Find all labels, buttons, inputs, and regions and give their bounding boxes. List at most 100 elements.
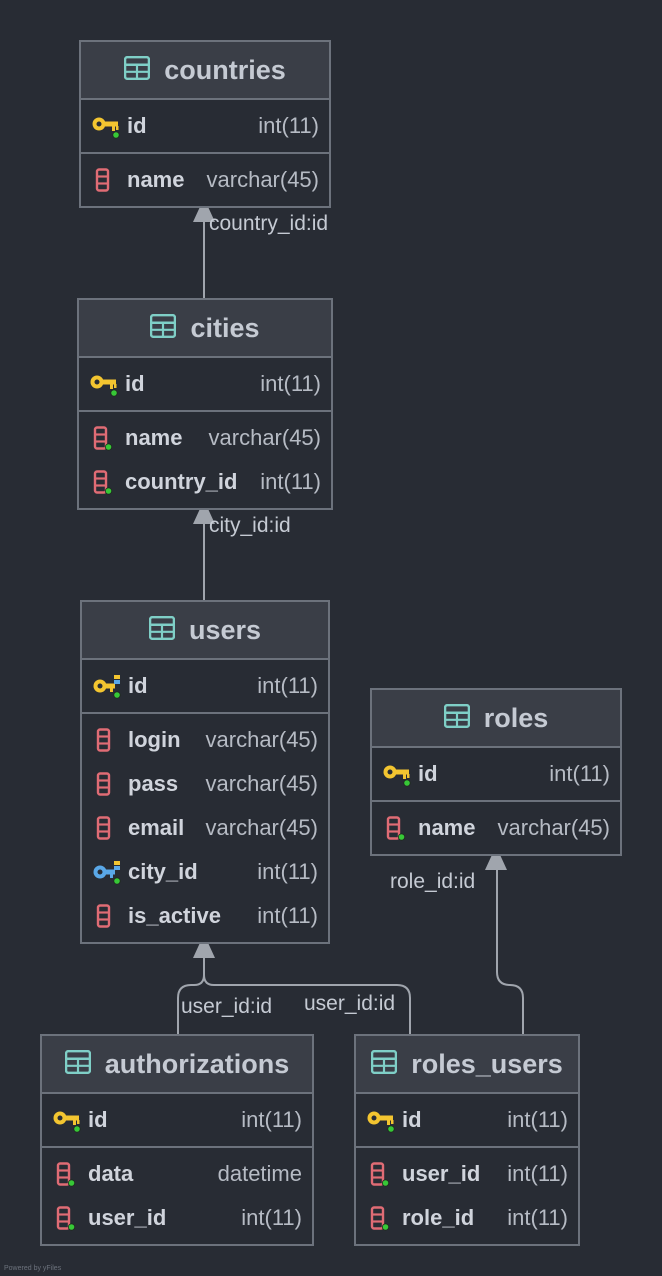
columns-group: name varchar(45)	[372, 802, 620, 854]
column-type: varchar(45)	[205, 771, 318, 796]
primary-key-group: id int(11)	[356, 1094, 578, 1148]
column-name: id	[127, 113, 147, 138]
column-name: id	[125, 371, 145, 396]
column-icon	[366, 1162, 396, 1188]
column-name: data	[88, 1161, 134, 1186]
table-cities[interactable]: cities id int(11) name varchar(45) country_id…	[77, 298, 333, 510]
table-title: cities	[190, 312, 260, 343]
column-name: user_id	[402, 1161, 481, 1186]
primary-key-icon	[91, 114, 121, 140]
column-row[interactable]: city_id int(11)	[82, 850, 328, 894]
column-row[interactable]: role_id int(11)	[356, 1196, 578, 1240]
table-roles[interactable]: roles id int(11) name varchar(45)	[370, 688, 622, 856]
column-type: varchar(45)	[205, 815, 318, 840]
column-icon	[91, 168, 121, 194]
table-header[interactable]: roles	[372, 690, 620, 748]
column-type: varchar(45)	[206, 167, 319, 192]
column-row[interactable]: id int(11)	[82, 664, 328, 708]
table-icon	[371, 1049, 398, 1079]
table-icon	[150, 313, 177, 343]
column-icon	[52, 1206, 82, 1232]
table-countries[interactable]: countries id int(11) name varchar(45)	[79, 40, 331, 208]
column-name: email	[128, 815, 185, 840]
column-row[interactable]: is_active int(11)	[82, 894, 328, 938]
column-name: id	[402, 1107, 422, 1132]
primary-key-group: id int(11)	[82, 660, 328, 714]
table-icon	[148, 615, 176, 645]
table-header[interactable]: authorizations	[42, 1036, 312, 1094]
column-row[interactable]: id int(11)	[356, 1098, 578, 1142]
table-icon	[64, 1049, 91, 1079]
column-icon	[89, 470, 119, 496]
column-icon	[92, 772, 122, 798]
table-header[interactable]: cities	[79, 300, 331, 358]
table-title: users	[188, 614, 262, 645]
table-users[interactable]: users id int(11) login varchar(45) pass varcha…	[80, 600, 330, 944]
table-header[interactable]: users	[82, 602, 328, 660]
edge-label-country-id: country_id:id	[209, 212, 329, 235]
primary-key-icon	[89, 372, 119, 398]
column-type: int(11)	[507, 1107, 568, 1132]
column-row[interactable]: login varchar(45)	[82, 718, 328, 762]
column-type: int(11)	[258, 113, 319, 138]
column-row[interactable]: user_id int(11)	[356, 1152, 578, 1196]
column-row[interactable]: name varchar(45)	[79, 416, 331, 460]
column-name: user_id	[88, 1205, 167, 1230]
footer-text: Powered by yFiles	[4, 1265, 62, 1272]
column-icon	[382, 816, 412, 842]
column-icon	[52, 1162, 82, 1188]
primary-key-icon	[52, 1108, 82, 1134]
column-row[interactable]: country_id int(11)	[79, 460, 331, 504]
column-row[interactable]: id int(11)	[42, 1098, 312, 1142]
column-name: id	[418, 761, 438, 786]
primary-key-icon	[366, 1108, 396, 1134]
column-row[interactable]: id int(11)	[79, 362, 331, 406]
column-row[interactable]: data datetime	[42, 1152, 312, 1196]
table-header[interactable]: countries	[81, 42, 329, 100]
column-type: int(11)	[507, 1161, 568, 1186]
column-type: int(11)	[257, 859, 318, 884]
column-name: id	[128, 673, 148, 698]
table-title: roles	[483, 702, 549, 733]
primary-key-icon	[382, 762, 412, 788]
columns-group: user_id int(11) role_id int(11)	[356, 1148, 578, 1244]
column-name: name	[125, 425, 183, 450]
primary-key-group: id int(11)	[372, 748, 620, 802]
column-row[interactable]: name varchar(45)	[81, 158, 329, 202]
column-name: login	[128, 727, 181, 752]
column-type: int(11)	[257, 903, 318, 928]
columns-group: name varchar(45) country_id int(11)	[79, 412, 331, 508]
table-authorizations[interactable]: authorizations id int(11) data datetime user_…	[40, 1034, 314, 1246]
column-icon	[92, 816, 122, 842]
column-name: country_id	[125, 469, 238, 494]
column-row[interactable]: id int(11)	[372, 752, 620, 796]
column-icon	[89, 426, 119, 452]
table-icon	[443, 703, 470, 733]
column-type: varchar(45)	[497, 815, 610, 840]
column-row[interactable]: id int(11)	[81, 104, 329, 148]
table-title: countries	[164, 54, 286, 85]
table-roles-users[interactable]: roles_usersid int(11) user_id int(11) role_i…	[354, 1034, 580, 1246]
column-type: int(11)	[549, 761, 610, 786]
column-name: is_active	[128, 903, 221, 928]
edge-label-auth-user-id: user_id:id	[181, 995, 273, 1018]
columns-group: data datetime user_id int(11)	[42, 1148, 312, 1244]
column-icon	[92, 728, 122, 754]
edge-label-city-id: city_id:id	[209, 514, 291, 537]
table-header[interactable]: roles_users	[356, 1036, 578, 1094]
columns-group: name varchar(45)	[81, 154, 329, 206]
column-type: datetime	[217, 1161, 302, 1186]
table-icon	[124, 55, 151, 85]
column-name: id	[88, 1107, 108, 1132]
edge-roles-users-roles	[496, 870, 524, 1035]
edge-label-role-id: role_id:id	[390, 870, 476, 893]
column-row[interactable]: pass varchar(45)	[82, 762, 328, 806]
column-type: int(11)	[260, 371, 321, 396]
primary-foreign-key-icon	[92, 674, 122, 700]
column-row[interactable]: email varchar(45)	[82, 806, 328, 850]
column-row[interactable]: name varchar(45)	[372, 806, 620, 850]
column-type: varchar(45)	[205, 727, 318, 752]
primary-key-group: id int(11)	[42, 1094, 312, 1148]
column-row[interactable]: user_id int(11)	[42, 1196, 312, 1240]
table-title: authorizations	[104, 1048, 290, 1079]
